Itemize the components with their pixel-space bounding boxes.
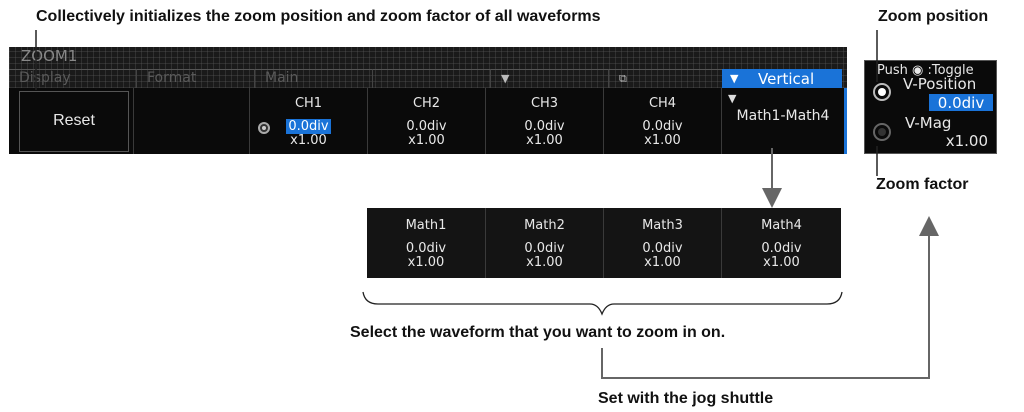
jog-shuttle-arrow bbox=[601, 216, 939, 379]
callout-lines bbox=[35, 30, 939, 379]
selection-brace bbox=[362, 291, 843, 316]
